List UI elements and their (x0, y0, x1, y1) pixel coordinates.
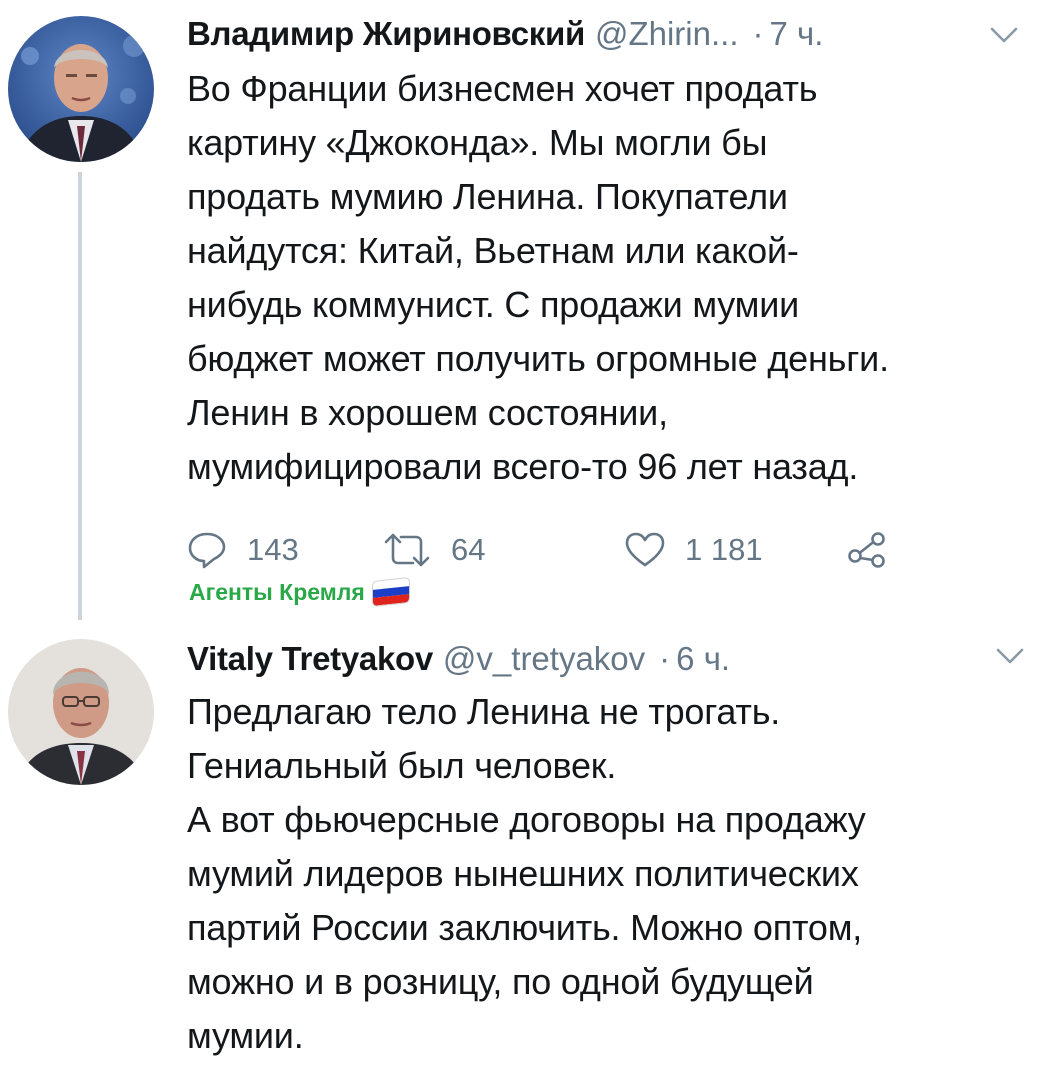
tweet-text-line: продать мумию Ленина. Покупатели (187, 176, 788, 217)
avatar-photo (8, 639, 154, 785)
user-handle[interactable]: @v_tretyakov (443, 640, 645, 677)
heart-icon (625, 532, 665, 567)
tweet-text-line: партий России заключить. Можно оптом, (187, 907, 863, 948)
thread-connector-line (78, 172, 82, 620)
share-button[interactable] (847, 525, 887, 575)
tweet-text-line: можно и в розницу, по одной будущей (187, 961, 814, 1002)
timestamp[interactable]: 6 ч. (676, 640, 730, 677)
reply-button[interactable]: 143 (187, 525, 299, 575)
separator-dot: · (752, 15, 764, 52)
avatar[interactable] (8, 16, 154, 162)
tweet-tretyakov[interactable]: Vitaly Tretyakov @v_tretyakov · 6 ч. Предла… (0, 625, 1041, 1080)
reply-count: 143 (247, 532, 299, 567)
tweet-header: Владимир Жириновский @Zhirin... · 7 ч. (187, 14, 823, 54)
tweet-text-line: мумифицировали всего-то 96 лет назад. (187, 446, 859, 487)
tweet-text-line: нибудь коммунист. С продажи мумии (187, 284, 800, 325)
tweet-text-line: А вот фьючерсные договоры на продажу (187, 799, 866, 840)
like-count: 1 181 (685, 532, 763, 567)
chevron-down-icon[interactable] (990, 26, 1018, 44)
tweet-header: Vitaly Tretyakov @v_tretyakov · 6 ч. (187, 639, 730, 679)
retweet-icon (384, 533, 430, 567)
reply-icon (188, 532, 226, 569)
tweet-zhirinovsky[interactable]: Владимир Жириновский @Zhirin... · 7 ч. Во Ф… (0, 0, 1041, 625)
tweet-text-line: Ленин в хорошем состоянии, (187, 392, 668, 433)
avatar-photo (8, 16, 154, 162)
tweet-text-line: мумии. (187, 1015, 304, 1056)
tweet-text-line: Гениальный был человек. (187, 745, 617, 786)
tweet-text-line: картину «Джоконда». Мы могли бы (187, 122, 768, 163)
tweet-actions: 143 64 1 181 (187, 525, 887, 575)
tweet-text: Во Франции бизнесмен хочет продать карти… (187, 62, 1037, 494)
tweet-text-line: найдутся: Китай, Вьетнам или какой- (187, 230, 799, 271)
tweet-text-line: Предлагаю тело Ленина не трогать. (187, 691, 781, 732)
display-name[interactable]: Vitaly Tretyakov (187, 640, 433, 677)
tweet-text-line: мумий лидеров нынешних политических (187, 853, 859, 894)
russian-flag-icon (372, 578, 409, 606)
avatar[interactable] (8, 639, 154, 785)
watermark-label: Агенты Кремля (189, 578, 365, 605)
tweet-text: Предлагаю тело Ленина не трогать. Гениал… (187, 685, 1037, 1063)
retweet-count: 64 (451, 532, 486, 567)
like-button[interactable]: 1 181 (625, 525, 763, 575)
timestamp[interactable]: 7 ч. (770, 15, 824, 52)
separator-dot: · (659, 640, 671, 677)
display-name[interactable]: Владимир Жириновский (187, 15, 585, 52)
tweet-text-line: бюджет может получить огромные деньги. (187, 338, 889, 379)
retweet-button[interactable]: 64 (383, 525, 485, 575)
chevron-down-icon[interactable] (996, 647, 1024, 665)
tweet-text-line: Во Франции бизнесмен хочет продать (187, 68, 818, 109)
share-icon (848, 532, 885, 568)
user-handle[interactable]: @Zhirin... (595, 15, 739, 52)
watermark: Агенты Кремля (189, 574, 409, 610)
